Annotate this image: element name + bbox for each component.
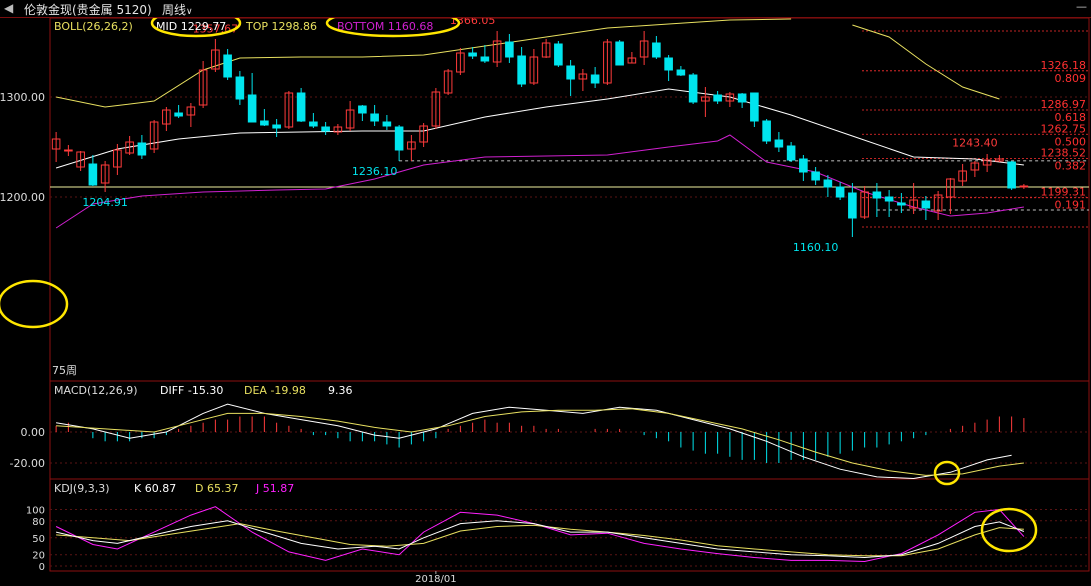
candle-body — [884, 196, 894, 202]
candle-body — [382, 121, 392, 127]
price-annotation: 1236.10 — [352, 165, 398, 178]
kdj-d-line — [56, 523, 1024, 557]
instrument-title: 伦敦金现(贵金属 5120) — [24, 3, 152, 17]
boll-top-line — [852, 24, 1000, 100]
fib-price-label: 1326.18 — [1041, 59, 1087, 72]
candle-body — [897, 202, 906, 206]
candle-body — [1019, 185, 1029, 188]
candle-body — [799, 158, 808, 173]
candle-body — [272, 124, 281, 129]
candle-body — [688, 74, 698, 103]
macd-diff-label: DIFF -15.30 — [160, 384, 223, 397]
fib-price-label: 1286.97 — [1041, 98, 1087, 111]
chevron-down-icon: ∨ — [186, 7, 193, 17]
boll-bottom-line — [55, 134, 1024, 229]
candle-body — [358, 105, 367, 114]
candle-body — [823, 179, 833, 188]
candle-body — [554, 43, 563, 66]
candle-body — [223, 54, 232, 78]
candle-body — [676, 69, 686, 76]
candle-body — [664, 57, 673, 71]
candle-body — [835, 186, 845, 198]
candle-body — [872, 191, 882, 199]
candle-body — [309, 121, 318, 127]
macd-value-label: 9.36 — [328, 384, 353, 397]
candle-body — [1007, 161, 1016, 189]
fib-price-label: 1238.52 — [1041, 146, 1087, 159]
candle-body — [517, 55, 526, 85]
macd-tick-label: 0.00 — [21, 426, 46, 439]
highlight-circle — [0, 279, 69, 329]
candle-body — [713, 94, 722, 102]
bars-count-label: 75周 — [52, 364, 77, 377]
candle-body — [296, 92, 306, 122]
candle-body — [480, 56, 490, 62]
macd-dea-line — [56, 408, 1024, 476]
candle-body — [590, 74, 600, 84]
boll-top-label: TOP 1298.86 — [245, 20, 317, 33]
candle-body — [737, 93, 747, 103]
candle-body — [505, 41, 514, 58]
candle-body — [260, 120, 269, 126]
kdj-tick-label: 20 — [32, 551, 45, 562]
fib-ratio-label: 0.382 — [1055, 159, 1087, 172]
price-tick-label: 1200.00 — [0, 191, 45, 204]
title-bar: ◀ 伦敦金现(贵金属 5120) 周线∨ — — [0, 0, 1091, 18]
candle-body — [370, 113, 379, 122]
candle-body — [615, 41, 624, 66]
boll-bottom-label: BOTTOM 1160.68 — [337, 20, 433, 33]
candle-body — [566, 65, 575, 80]
period-selector[interactable]: 周线∨ — [162, 1, 193, 18]
price-annotation: 1204.91 — [82, 196, 128, 209]
fib-price-label: 1199.31 — [1041, 186, 1087, 199]
candle-body — [786, 145, 796, 161]
macd-dea-label: DEA -19.98 — [244, 384, 306, 397]
candle-body — [174, 112, 183, 117]
candle-body — [247, 94, 257, 123]
period-label: 周线 — [162, 3, 187, 17]
fib-price-label: 1262.75 — [1041, 122, 1087, 135]
candle-body — [88, 163, 98, 186]
kdj-tick-label: 50 — [32, 534, 45, 545]
kdj-tick-label: 100 — [26, 506, 45, 517]
kdj-tick-label: 0 — [39, 562, 45, 573]
candle-body — [811, 171, 820, 181]
fib-ratio-label: 0.809 — [1055, 72, 1087, 85]
price-annotation: 1160.10 — [793, 241, 839, 254]
boll-mid-label: MID 1229.77 — [156, 20, 226, 33]
candle-body — [921, 200, 931, 209]
candle-body — [137, 142, 147, 156]
candle-body — [468, 52, 477, 57]
candle-body — [652, 42, 661, 58]
x-tick-label: 2018/01 — [415, 574, 457, 585]
price-annotation: 1243.40 — [952, 137, 998, 150]
boll-name-label: BOLL(26,26,2) — [54, 20, 133, 33]
candle-body — [762, 120, 771, 142]
kdj-tick-label: 80 — [32, 517, 45, 528]
kdj-j-line — [55, 506, 1025, 563]
kdj-name-label: KDJ(9,3,3) — [54, 482, 110, 495]
macd-name-label: MACD(12,26,9) — [54, 384, 138, 397]
price-tick-label: 1300.00 — [0, 91, 45, 104]
minimize-icon[interactable]: — — [1076, 0, 1087, 13]
candle-body — [394, 126, 404, 151]
macd-diff-line — [56, 403, 1012, 480]
kdj-d-label: D 65.37 — [195, 482, 238, 495]
back-arrow-icon[interactable]: ◀ — [4, 1, 13, 15]
candle-body — [64, 149, 73, 152]
candle-body — [235, 76, 245, 100]
candle-body — [774, 139, 784, 148]
candle-body — [848, 192, 857, 219]
kdj-j-label: J 51.87 — [255, 482, 294, 495]
chart-canvas: 1300.001200.001326.180.8091286.970.61812… — [0, 8, 1090, 585]
candle-body — [750, 92, 759, 122]
kdj-k-label: K 60.87 — [134, 482, 176, 495]
macd-tick-label: -20.00 — [10, 457, 45, 470]
candle-body — [321, 126, 330, 132]
